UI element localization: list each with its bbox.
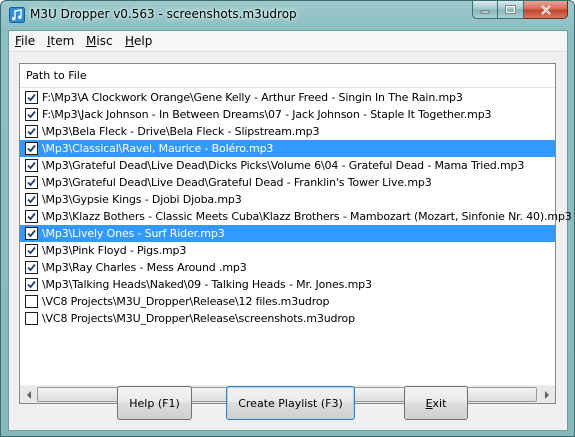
checkmark-icon (27, 195, 36, 204)
item-checkbox[interactable] (25, 193, 38, 206)
checkmark-icon (27, 161, 36, 170)
file-path: \Mp3\Klazz Bothers - Classic Meets Cuba\… (42, 210, 572, 223)
file-path: \VC8 Projects\M3U_Dropper\Release\screen… (42, 312, 355, 325)
close-icon (540, 4, 551, 15)
checkmark-icon (27, 144, 36, 153)
list-item[interactable]: \Mp3\Classical\Ravel, Maurice - Boléro.m… (20, 140, 555, 157)
arrow-left-icon (26, 390, 31, 399)
caption-buttons (472, 1, 568, 20)
file-path: \Mp3\Talking Heads\Naked\09 - Talking He… (42, 278, 372, 291)
item-checkbox[interactable] (25, 159, 38, 172)
file-path: \Mp3\Classical\Ravel, Maurice - Boléro.m… (42, 142, 274, 155)
checkmark-icon (27, 229, 36, 238)
menu-help[interactable]: Help (125, 34, 152, 48)
list-item[interactable]: \Mp3\Grateful Dead\Live Dead\Dicks Picks… (20, 157, 555, 174)
help-button-label: Help (F1) (129, 396, 180, 410)
app-window: M3U Dropper v0.563 - screenshots.m3udrop… (0, 0, 575, 437)
list-item[interactable]: F:\Mp3\Jack Johnson - In Between Dreams\… (20, 106, 555, 123)
menu-file[interactable]: File (15, 34, 35, 48)
file-rows: F:\Mp3\A Clockwork Orange\Gene Kelly - A… (20, 89, 572, 327)
file-path: \Mp3\Gypsie Kings - Djobi Djoba.mp3 (42, 193, 242, 206)
file-path: \Mp3\Pink Floyd - Pigs.mp3 (42, 244, 187, 257)
minimize-button[interactable] (472, 1, 498, 19)
file-path: \Mp3\Bela Fleck - Drive\Bela Fleck - Sli… (42, 125, 320, 138)
file-list[interactable]: Path to File F:\Mp3\A Clockwork Orange\G… (19, 63, 572, 404)
list-item[interactable]: \Mp3\Gypsie Kings - Djobi Djoba.mp3 (20, 191, 555, 208)
menu-bar: File Item Misc Help (9, 31, 567, 52)
list-item[interactable]: \Mp3\Lively Ones - Surf Rider.mp3 (20, 225, 555, 242)
list-item[interactable]: F:\Mp3\A Clockwork Orange\Gene Kelly - A… (20, 89, 555, 106)
list-item[interactable]: \Mp3\Talking Heads\Naked\09 - Talking He… (20, 276, 555, 293)
column-header-label: Path to File (26, 69, 87, 82)
checkmark-icon (27, 212, 36, 221)
item-checkbox[interactable] (25, 244, 38, 257)
item-checkbox[interactable] (25, 176, 38, 189)
maximize-button[interactable] (498, 1, 524, 19)
app-music-icon (9, 7, 25, 23)
item-checkbox[interactable] (25, 125, 38, 138)
title-bar[interactable]: M3U Dropper v0.563 - screenshots.m3udrop (1, 1, 574, 29)
menu-item[interactable]: Item (47, 34, 74, 48)
item-checkbox[interactable] (25, 261, 38, 274)
list-item[interactable]: \VC8 Projects\M3U_Dropper\Release\screen… (20, 310, 555, 327)
menu-misc[interactable]: Misc (86, 34, 113, 48)
file-path: F:\Mp3\Jack Johnson - In Between Dreams\… (42, 108, 492, 121)
item-checkbox[interactable] (25, 108, 38, 121)
scroll-right-button[interactable] (538, 386, 555, 403)
item-checkbox[interactable] (25, 227, 38, 240)
list-item[interactable]: \Mp3\Ray Charles - Mess Around .mp3 (20, 259, 555, 276)
window-title: M3U Dropper v0.563 - screenshots.m3udrop (30, 7, 297, 21)
exit-button-label: Exit (425, 396, 447, 410)
file-path: \VC8 Projects\M3U_Dropper\Release\12 fil… (42, 295, 330, 308)
maximize-icon (505, 5, 516, 14)
list-item[interactable]: \VC8 Projects\M3U_Dropper\Release\12 fil… (20, 293, 555, 310)
create-playlist-button[interactable]: Create Playlist (F3) (226, 386, 355, 420)
checkmark-icon (27, 127, 36, 136)
checkmark-icon (27, 246, 36, 255)
file-path: \Mp3\Grateful Dead\Live Dead\Dicks Picks… (42, 159, 525, 172)
file-path: \Mp3\Lively Ones - Surf Rider.mp3 (42, 227, 225, 240)
item-checkbox[interactable] (25, 210, 38, 223)
minimize-icon (480, 10, 490, 13)
file-path: \Mp3\Ray Charles - Mess Around .mp3 (42, 261, 247, 274)
list-item[interactable]: \Mp3\Klazz Bothers - Classic Meets Cuba\… (20, 208, 572, 225)
item-checkbox[interactable] (25, 312, 38, 325)
file-path: \Mp3\Grateful Dead\Live Dead\Grateful De… (42, 176, 432, 189)
list-item[interactable]: \Mp3\Pink Floyd - Pigs.mp3 (20, 242, 555, 259)
create-playlist-label: Create Playlist (F3) (238, 396, 343, 410)
item-checkbox[interactable] (25, 142, 38, 155)
checkmark-icon (27, 110, 36, 119)
arrow-right-icon (544, 390, 549, 399)
exit-button[interactable]: Exit (404, 386, 468, 420)
item-checkbox[interactable] (25, 278, 38, 291)
list-item[interactable]: \Mp3\Grateful Dead\Live Dead\Grateful De… (20, 174, 555, 191)
close-button[interactable] (524, 1, 568, 19)
file-path: F:\Mp3\A Clockwork Orange\Gene Kelly - A… (42, 91, 463, 104)
column-header-path[interactable]: Path to File (20, 64, 555, 88)
list-item[interactable]: \Mp3\Bela Fleck - Drive\Bela Fleck - Sli… (20, 123, 555, 140)
client-area: File Item Misc Help Path to File F:\Mp3\… (8, 30, 572, 431)
checkmark-icon (27, 178, 36, 187)
checkmark-icon (27, 93, 36, 102)
item-checkbox[interactable] (25, 295, 38, 308)
help-button[interactable]: Help (F1) (117, 386, 192, 420)
item-checkbox[interactable] (25, 91, 38, 104)
scroll-left-button[interactable] (20, 386, 37, 403)
checkmark-icon (27, 280, 36, 289)
checkmark-icon (27, 263, 36, 272)
